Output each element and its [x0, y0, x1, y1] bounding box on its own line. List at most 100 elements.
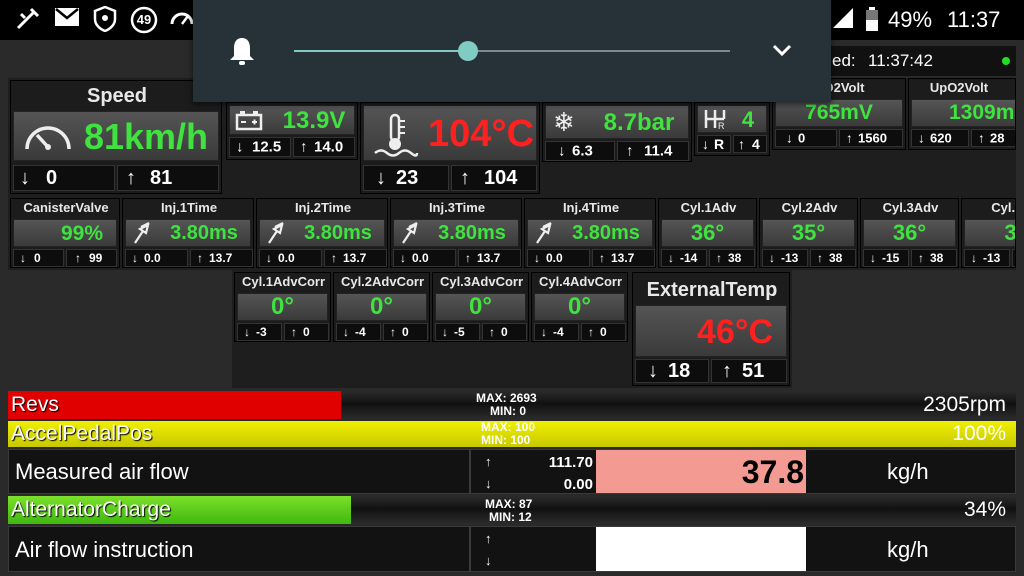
injector-icon	[131, 221, 153, 250]
canister-valve-min-value: 0	[34, 251, 41, 265]
injector-1-min: ↓ 0.0	[125, 249, 188, 267]
coolant-gauge[interactable]: 104°C ↓ 23 ↑ 104	[360, 102, 540, 194]
cylinder-4-advance-correction-min: ↓ -4	[534, 323, 579, 341]
coolant-temperature-icon	[371, 113, 419, 164]
cylinder-3-advance-correction-max-value: 0	[501, 325, 508, 339]
cylinder-4-advance-correction-title: Cyl.4AdvCorr	[538, 274, 623, 289]
voltage-max: ↑ 14.0	[293, 137, 355, 157]
coolant-max: ↑ 104	[451, 165, 537, 191]
bell-icon[interactable]	[228, 36, 256, 71]
cylinder-4-advance-title: Cyl.4A	[991, 200, 1016, 215]
injector-4-max-value: 13.7	[611, 251, 635, 265]
voltage-gauge[interactable]: 13.9V ↓ 12.5 ↑ 14.0	[226, 102, 358, 160]
cylinder-2-advance-correction-min: ↓ -4	[336, 323, 381, 341]
pressure-value: 8.7bar	[603, 109, 675, 136]
cylinder-1-advance-correction-max: ↑ 0	[284, 323, 329, 341]
gauge-icon	[170, 6, 194, 34]
svg-text:R: R	[718, 121, 725, 131]
speed-max: ↑ 81	[117, 165, 219, 191]
coolant-min: ↓ 23	[363, 165, 449, 191]
accel-pedal-max: MAX: 100	[481, 420, 536, 434]
cylinder-1-advance-value: 36°	[690, 220, 725, 245]
divider	[469, 450, 471, 493]
coolant-value: 104°C	[427, 113, 535, 155]
canister-valve-max-value: 99	[89, 251, 103, 265]
alternator-charge-max: MAX: 87	[485, 497, 533, 511]
cylinder-4-advance-correction-min-value: -4	[553, 325, 564, 339]
cylinder-1-advance-max: ↑ 38	[709, 249, 755, 267]
alternator-charge-min: MIN: 12	[489, 510, 532, 524]
clock-time: 11:37:42	[868, 51, 933, 70]
airflow-instruction-value-box	[596, 527, 806, 571]
alternator-charge-label: AlternatorCharge	[11, 498, 171, 521]
canister-valve-min: ↓ 0	[13, 249, 64, 267]
voltage-min: ↓ 12.5	[229, 137, 291, 157]
cylinder-2-advance-gauge[interactable]: Cyl.2Adv 35° ↓ -13 ↑ 38	[759, 198, 858, 268]
o2-sensor-b-value: 1309m	[949, 101, 1015, 124]
injector-4-gauge[interactable]: Inj.4Time 3.80ms ↓ 0.0 ↑ 13.7	[524, 198, 656, 268]
injector-2-max-value: 13.7	[343, 251, 367, 265]
pressure-min-value: 6.3	[572, 142, 593, 160]
measured-airflow-value-box: 37.8	[596, 450, 806, 493]
speed-min-value: 0	[46, 167, 58, 189]
cylinder-2-advance-correction-max: ↑ 0	[383, 323, 428, 341]
cylinder-3-advance-correction-gauge[interactable]: Cyl.3AdvCorr 0° ↓ -5 ↑ 0	[432, 272, 529, 342]
cylinder-4-advance-gauge[interactable]: Cyl.4A 3 ↓-13 ↑	[961, 198, 1016, 268]
gear-gauge[interactable]: R 4 ↓ R ↑ 4	[694, 102, 770, 156]
pressure-gauge[interactable]: ❄ 8.7bar ↓ 6.3 ↑ 11.4	[542, 102, 692, 162]
injector-3-max-value: 13.7	[477, 251, 501, 265]
coolant-min-value: 23	[396, 167, 419, 189]
accel-pedal-bar: AccelPedalPos MAX: 100 MIN: 100 100%	[8, 421, 1016, 447]
airflow-instruction-row: Air flow instruction ↑ ↓ kg/h	[8, 526, 1016, 572]
cylinder-1-advance-correction-max-value: 0	[303, 325, 310, 339]
speed-value: 81km/h	[83, 116, 209, 157]
cylinder-4-advance-correction-max-value: 0	[600, 325, 607, 339]
injector-1-gauge[interactable]: Inj.1Time 3.80ms ↓ 0.0 ↑ 13.7	[122, 198, 254, 268]
cylinder-3-advance-correction-min: ↓ -5	[435, 323, 480, 341]
injector-4-min: ↓ 0.0	[527, 249, 590, 267]
injector-2-gauge[interactable]: Inj.2Time 3.80ms ↓ 0.0 ↑ 13.7	[256, 198, 388, 268]
o2-sensor-b-min-value: 620	[930, 130, 952, 146]
cylinder-2-advance-min: ↓ -13	[762, 249, 808, 267]
injector-4-max: ↑ 13.7	[592, 249, 655, 267]
cylinder-1-advance-correction-gauge[interactable]: Cyl.1AdvCorr 0° ↓ -3 ↑ 0	[234, 272, 331, 342]
external-temp-title: ExternalTemp	[646, 279, 778, 301]
cylinder-1-advance-correction-min-value: -3	[256, 325, 267, 339]
accel-pedal-value: 100%	[952, 422, 1006, 445]
canister-valve-gauge[interactable]: CanisterValve 99% ↓ 0 ↑ 99	[10, 198, 120, 268]
injector-2-value: 3.80ms	[304, 222, 372, 244]
injector-2-min-value: 0.0	[278, 251, 295, 265]
status-time: 11:37	[947, 7, 1001, 32]
clock-box: ed: 11:37:42	[820, 46, 1016, 76]
cylinder-2-advance-max-value: 38	[829, 251, 843, 265]
cylinder-2-advance-value: 35°	[791, 220, 826, 245]
battery-percent: 49%	[888, 7, 933, 32]
injector-3-gauge[interactable]: Inj.3Time 3.80ms ↓ 0.0 ↑ 13.7	[390, 198, 522, 268]
cylinder-1-advance-min-value: -14	[680, 251, 698, 265]
revs-value: 2305rpm	[923, 393, 1006, 416]
cylinder-4-advance-correction-gauge[interactable]: Cyl.4AdvCorr 0° ↓ -4 ↑ 0	[531, 272, 628, 342]
chevron-down-icon[interactable]	[771, 42, 793, 63]
cylinder-2-advance-title: Cyl.2Adv	[781, 200, 838, 215]
injector-4-min-value: 0.0	[546, 251, 563, 265]
o2-sensor-b-title: UpO2Volt	[929, 80, 989, 95]
cylinder-2-advance-correction-gauge[interactable]: Cyl.2AdvCorr 0° ↓ -4 ↑ 0	[333, 272, 430, 342]
cylinder-3-advance-correction-min-value: -5	[454, 325, 465, 339]
cylinder-3-advance-gauge[interactable]: Cyl.3Adv 36° ↓ -15 ↑ 38	[860, 198, 959, 268]
notification-count: 49	[136, 12, 152, 27]
o2-sensor-b-gauge[interactable]: UpO2Volt 1309m ↓ 620 ↑ 28	[908, 78, 1016, 150]
canister-valve-max: ↑ 99	[66, 249, 117, 267]
injector-2-max: ↑ 13.7	[324, 249, 387, 267]
gear-value: 4	[741, 107, 755, 132]
cylinder-1-advance-gauge[interactable]: Cyl.1Adv 36° ↓ -14 ↑ 38	[658, 198, 757, 268]
cylinder-2-advance-min-value: -13	[781, 251, 799, 265]
speed-gauge[interactable]: Speed 81km/h ↓ 0 ↑ 81	[10, 80, 222, 194]
volume-slider-thumb[interactable]	[458, 41, 479, 61]
external-temp-min: ↓ 18	[635, 359, 709, 383]
cylinder-4-advance-max: ↑	[1012, 249, 1015, 267]
revs-bar: Revs MAX: 2693 MIN: 0 2305rpm	[8, 391, 1016, 419]
external-temp-gauge[interactable]: ExternalTemp 46°C ↓ 18 ↑ 51	[632, 272, 790, 386]
measured-airflow-row: Measured air flow ↑ 111.70 ↓ 0.00 37.8 kg/…	[8, 449, 1016, 494]
volume-slider[interactable]	[294, 50, 730, 52]
injector-3-value: 3.80ms	[438, 222, 506, 244]
